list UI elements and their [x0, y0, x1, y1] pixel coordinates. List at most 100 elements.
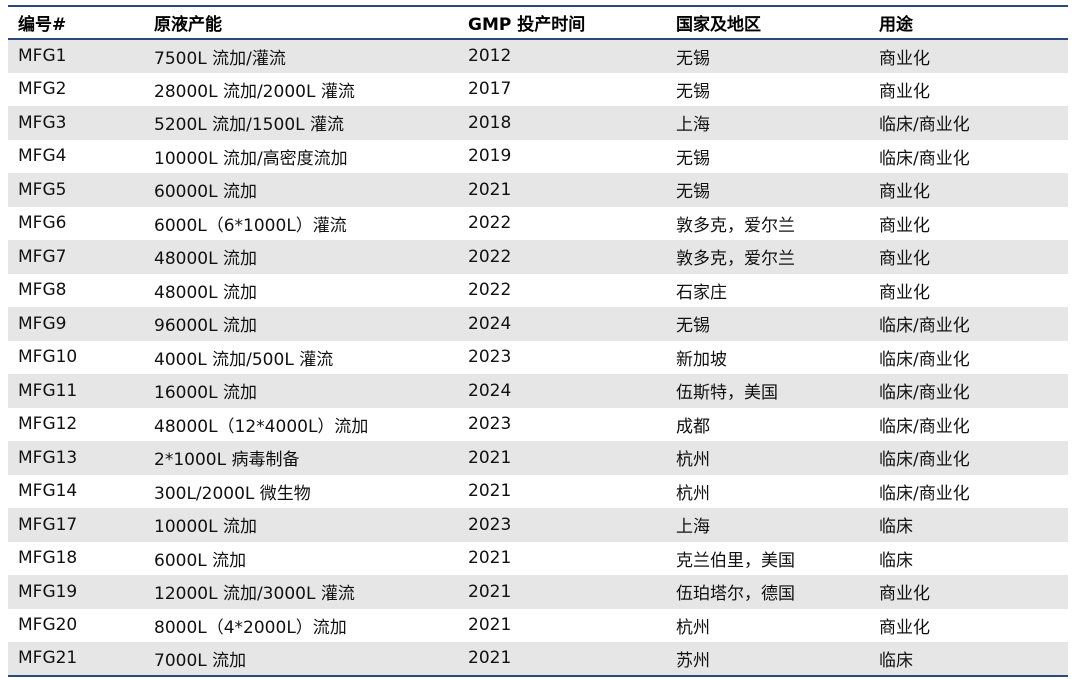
cell-id: MFG8	[18, 280, 67, 301]
cell-gmp-year: 2021	[468, 615, 512, 636]
cell-gmp-year: 2022	[468, 280, 512, 301]
cell-capacity: 7000L 流加	[154, 650, 247, 671]
cell-gmp-year: 2023	[468, 414, 512, 435]
table-header: 编号# 原液产能 GMP 投产时间 国家及地区 用途	[8, 6, 1068, 39]
cell-purpose: 临床/商业化	[879, 316, 970, 337]
cell-gmp-year: 2021	[468, 447, 512, 468]
cell-id: MFG14	[18, 481, 78, 502]
header-capacity: 原液产能	[154, 15, 222, 35]
cell-id: MFG5	[18, 179, 67, 200]
cell-purpose: 临床/商业化	[879, 148, 970, 169]
table-row: MFG12 48000L（12*4000L）流加 2023 成都 临床/商业化	[8, 407, 1068, 441]
table-row: MFG13 2*1000L 病毒制备 2021 杭州 临床/商业化	[8, 441, 1068, 475]
cell-capacity: 6000L 流加	[154, 550, 247, 571]
cell-gmp-year: 2021	[468, 648, 512, 669]
cell-id: MFG10	[18, 347, 78, 368]
cell-capacity: 28000L 流加/2000L 灌流	[154, 81, 355, 102]
cell-location: 克兰伯里，美国	[676, 550, 795, 571]
cell-purpose: 临床/商业化	[879, 383, 970, 404]
cell-id: MFG6	[18, 213, 67, 234]
cell-capacity: 7500L 流加/灌流	[154, 48, 286, 69]
cell-location: 无锡	[676, 81, 710, 102]
cell-purpose: 商业化	[879, 81, 930, 102]
cell-gmp-year: 2021	[468, 179, 512, 200]
cell-gmp-year: 2021	[468, 581, 512, 602]
table-row: MFG11 16000L 流加 2024 伍斯特，美国 临床/商业化	[8, 374, 1068, 408]
table-row: MFG8 48000L 流加 2022 石家庄 商业化	[8, 273, 1068, 307]
header-id: 编号#	[18, 15, 67, 35]
cell-gmp-year: 2021	[468, 481, 512, 502]
table-row: MFG4 10000L 流加/高密度流加 2019 无锡 临床/商业化	[8, 139, 1068, 173]
table-row: MFG2 28000L 流加/2000L 灌流 2017 无锡 商业化	[8, 72, 1068, 106]
capacity-table-container: 编号# 原液产能 GMP 投产时间 国家及地区 用途 MFG1 7500L 流加/…	[8, 5, 1068, 677]
cell-gmp-year: 2012	[468, 46, 512, 67]
cell-gmp-year: 2017	[468, 79, 512, 100]
cell-location: 无锡	[676, 48, 710, 69]
table-row: MFG17 10000L 流加 2023 上海 临床	[8, 508, 1068, 542]
cell-capacity: 5200L 流加/1500L 灌流	[154, 115, 345, 136]
table-row: MFG18 6000L 流加 2021 克兰伯里，美国 临床	[8, 541, 1068, 575]
table-row: MFG19 12000L 流加/3000L 灌流 2021 伍珀塔尔，德国 商业化	[8, 575, 1068, 609]
cell-location: 石家庄	[676, 282, 727, 303]
cell-id: MFG17	[18, 514, 78, 535]
cell-location: 上海	[676, 517, 710, 538]
cell-gmp-year: 2024	[468, 313, 512, 334]
table-row: MFG9 96000L 流加 2024 无锡 临床/商业化	[8, 307, 1068, 341]
cell-purpose: 临床/商业化	[879, 483, 970, 504]
table-row: MFG1 7500L 流加/灌流 2012 无锡 商业化	[8, 39, 1068, 73]
cell-capacity: 300L/2000L 微生物	[154, 483, 311, 504]
table-row: MFG21 7000L 流加 2021 苏州 临床	[8, 642, 1068, 676]
cell-purpose: 临床/商业化	[879, 450, 970, 471]
cell-capacity: 96000L 流加	[154, 316, 257, 337]
cell-capacity: 6000L（6*1000L）灌流	[154, 215, 347, 236]
cell-purpose: 商业化	[879, 182, 930, 203]
header-row: 编号# 原液产能 GMP 投产时间 国家及地区 用途	[8, 6, 1068, 39]
cell-location: 敦多克，爱尔兰	[676, 249, 795, 270]
cell-id: MFG11	[18, 380, 78, 401]
cell-capacity: 4000L 流加/500L 灌流	[154, 349, 334, 370]
cell-gmp-year: 2023	[468, 347, 512, 368]
cell-capacity: 8000L（4*2000L）流加	[154, 617, 347, 638]
cell-id: MFG3	[18, 112, 67, 133]
cell-capacity: 16000L 流加	[154, 383, 257, 404]
table-row: MFG6 6000L（6*1000L）灌流 2022 敦多克，爱尔兰 商业化	[8, 206, 1068, 240]
cell-purpose: 临床/商业化	[879, 416, 970, 437]
cell-location: 杭州	[676, 450, 710, 471]
cell-gmp-year: 2022	[468, 246, 512, 267]
cell-id: MFG7	[18, 246, 67, 267]
table-row: MFG14 300L/2000L 微生物 2021 杭州 临床/商业化	[8, 474, 1068, 508]
cell-capacity: 48000L 流加	[154, 249, 257, 270]
table-row: MFG3 5200L 流加/1500L 灌流 2018 上海 临床/商业化	[8, 106, 1068, 140]
cell-location: 杭州	[676, 617, 710, 638]
table-row: MFG20 8000L（4*2000L）流加 2021 杭州 商业化	[8, 608, 1068, 642]
cell-location: 新加坡	[676, 349, 727, 370]
cell-id: MFG13	[18, 447, 78, 468]
cell-purpose: 临床/商业化	[879, 115, 970, 136]
cell-capacity: 10000L 流加	[154, 517, 257, 538]
cell-capacity: 48000L（12*4000L）流加	[154, 416, 369, 437]
cell-capacity: 48000L 流加	[154, 282, 257, 303]
table-row: MFG5 60000L 流加 2021 无锡 商业化	[8, 173, 1068, 207]
cell-id: MFG21	[18, 648, 78, 669]
header-location: 国家及地区	[676, 15, 761, 35]
cell-capacity: 12000L 流加/3000L 灌流	[154, 584, 355, 605]
cell-capacity: 60000L 流加	[154, 182, 257, 203]
cell-purpose: 商业化	[879, 215, 930, 236]
cell-id: MFG19	[18, 581, 78, 602]
header-purpose: 用途	[879, 15, 913, 35]
cell-capacity: 10000L 流加/高密度流加	[154, 148, 348, 169]
cell-id: MFG2	[18, 79, 67, 100]
cell-purpose: 临床/商业化	[879, 349, 970, 370]
cell-id: MFG9	[18, 313, 67, 334]
header-gmp-year: GMP 投产时间	[468, 15, 586, 35]
cell-gmp-year: 2024	[468, 380, 512, 401]
cell-gmp-year: 2019	[468, 146, 512, 167]
cell-purpose: 临床	[879, 650, 913, 671]
cell-purpose: 商业化	[879, 282, 930, 303]
cell-location: 苏州	[676, 650, 710, 671]
cell-id: MFG1	[18, 46, 67, 67]
cell-gmp-year: 2023	[468, 514, 512, 535]
table-body: MFG1 7500L 流加/灌流 2012 无锡 商业化 MFG2 28000L 流加/20…	[8, 39, 1068, 676]
capacity-table: 编号# 原液产能 GMP 投产时间 国家及地区 用途 MFG1 7500L 流加/…	[8, 5, 1068, 677]
cell-location: 无锡	[676, 182, 710, 203]
